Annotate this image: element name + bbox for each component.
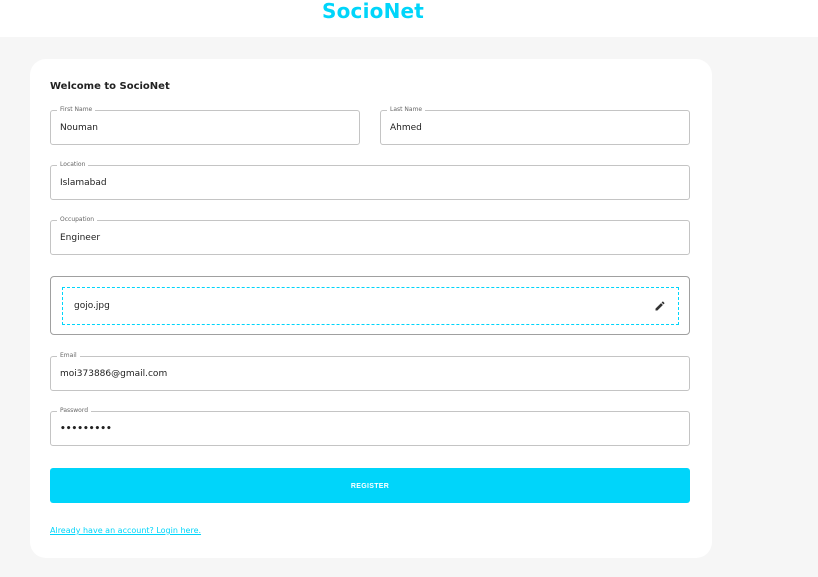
- password-field[interactable]: Password •••••••••: [50, 406, 690, 446]
- brand-logo[interactable]: SocioNet: [322, 0, 424, 23]
- welcome-heading: Welcome to SocioNet: [50, 81, 170, 92]
- last-name-value[interactable]: Ahmed: [390, 123, 422, 133]
- last-name-label: Last Name: [387, 105, 426, 115]
- register-button[interactable]: REGISTER: [50, 468, 690, 503]
- first-name-label: First Name: [57, 105, 96, 115]
- register-card: Welcome to SocioNet First Name Nouman La…: [30, 59, 712, 558]
- pencil-icon[interactable]: [654, 300, 666, 312]
- picture-dropzone[interactable]: gojo.jpg: [62, 287, 679, 325]
- first-name-value[interactable]: Nouman: [60, 123, 98, 133]
- email-label: Email: [57, 351, 80, 361]
- picture-file-name: gojo.jpg: [74, 301, 110, 311]
- picture-upload-box: gojo.jpg: [50, 276, 690, 335]
- email-value[interactable]: moi373886@gmail.com: [60, 369, 167, 379]
- location-label: Location: [57, 160, 89, 170]
- password-value[interactable]: •••••••••: [60, 424, 112, 434]
- location-field[interactable]: Location Islamabad: [50, 160, 690, 200]
- location-value[interactable]: Islamabad: [60, 178, 107, 188]
- occupation-value[interactable]: Engineer: [60, 233, 100, 243]
- top-bar: SocioNet: [0, 0, 818, 37]
- last-name-field[interactable]: Last Name Ahmed: [380, 105, 690, 145]
- occupation-label: Occupation: [57, 215, 98, 225]
- password-label: Password: [57, 406, 92, 416]
- first-name-field[interactable]: First Name Nouman: [50, 105, 360, 145]
- login-link[interactable]: Already have an account? Login here.: [50, 526, 201, 535]
- email-field[interactable]: Email moi373886@gmail.com: [50, 351, 690, 391]
- occupation-field[interactable]: Occupation Engineer: [50, 215, 690, 255]
